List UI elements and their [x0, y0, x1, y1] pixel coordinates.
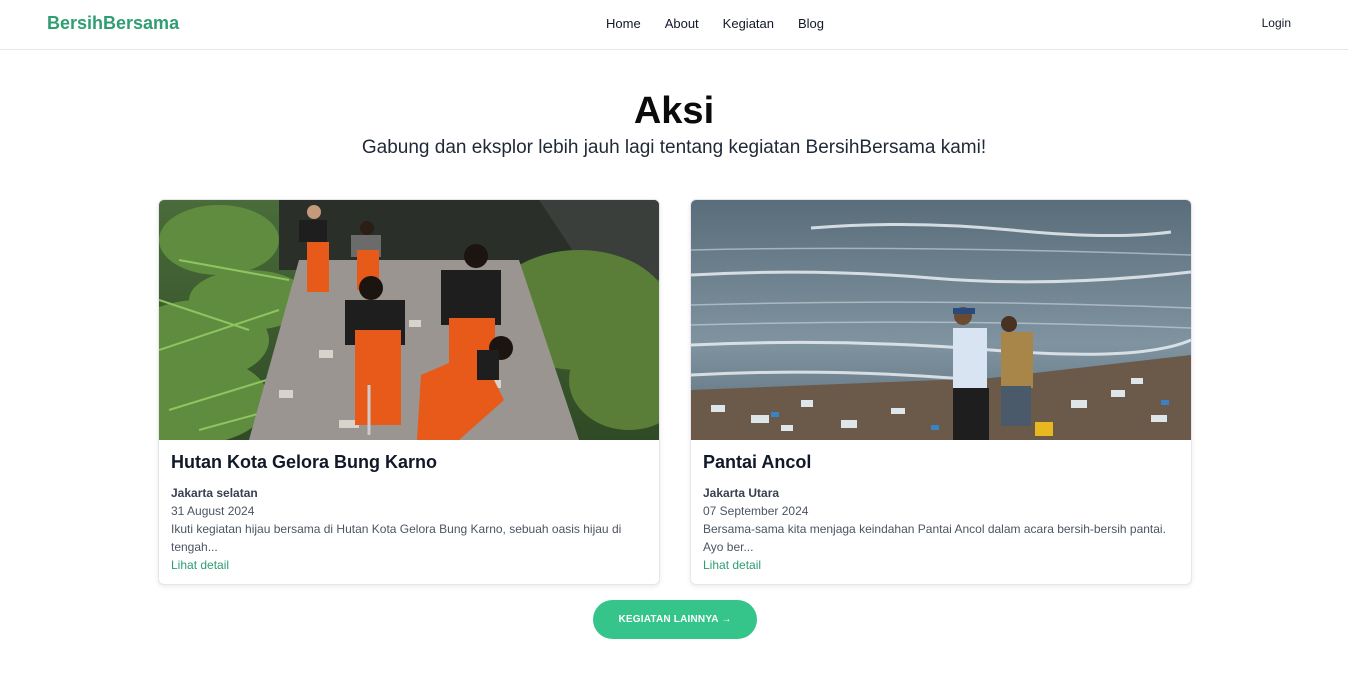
card-title: Pantai Ancol [703, 452, 812, 472]
nav-link-kegiatan[interactable]: Kegiatan [723, 16, 774, 31]
nav-links: Home About Kegiatan Blog [606, 16, 848, 31]
activity-card-pantai-ancol[interactable]: Pantai Ancol Jakarta Utara 07 September … [690, 199, 1192, 585]
activity-card-hutan-kota[interactable]: Hutan Kota Gelora Bung Karno Jakarta sel… [158, 199, 660, 585]
detail-link[interactable]: Lihat detail [703, 556, 761, 574]
detail-link[interactable]: Lihat detail [171, 556, 229, 574]
page-subtitle: Gabung dan eksplor lebih jauh lagi tenta… [361, 137, 987, 158]
navbar: BersihBersama Home About Kegiatan Blog L… [0, 0, 1348, 50]
card-description: Bersama-sama kita menjaga keindahan Pant… [703, 522, 1166, 554]
card-title: Hutan Kota Gelora Bung Karno [171, 452, 438, 472]
card-body: Hutan Kota Gelora Bung Karno Jakarta sel… [171, 452, 647, 574]
nav-link-home[interactable]: Home [606, 16, 641, 31]
card-date: 07 September 2024 [703, 504, 809, 518]
login-link[interactable]: Login [1262, 16, 1291, 30]
beach-cleanup-photo [691, 200, 1191, 440]
card-date: 31 August 2024 [171, 504, 255, 518]
more-activities-button[interactable]: KEGIATAN LAINNYA → [593, 600, 757, 639]
card-location: Jakarta selatan [171, 486, 258, 500]
nav-link-blog[interactable]: Blog [798, 16, 824, 31]
nav-link-about[interactable]: About [665, 16, 699, 31]
brand-logo[interactable]: BersihBersama [47, 13, 179, 34]
page-title: Aksi [633, 90, 715, 132]
card-description: Ikuti kegiatan hijau bersama di Hutan Ko… [171, 522, 622, 554]
card-body: Pantai Ancol Jakarta Utara 07 September … [703, 452, 1179, 574]
forest-cleanup-photo [159, 200, 659, 440]
card-location: Jakarta Utara [703, 486, 780, 500]
